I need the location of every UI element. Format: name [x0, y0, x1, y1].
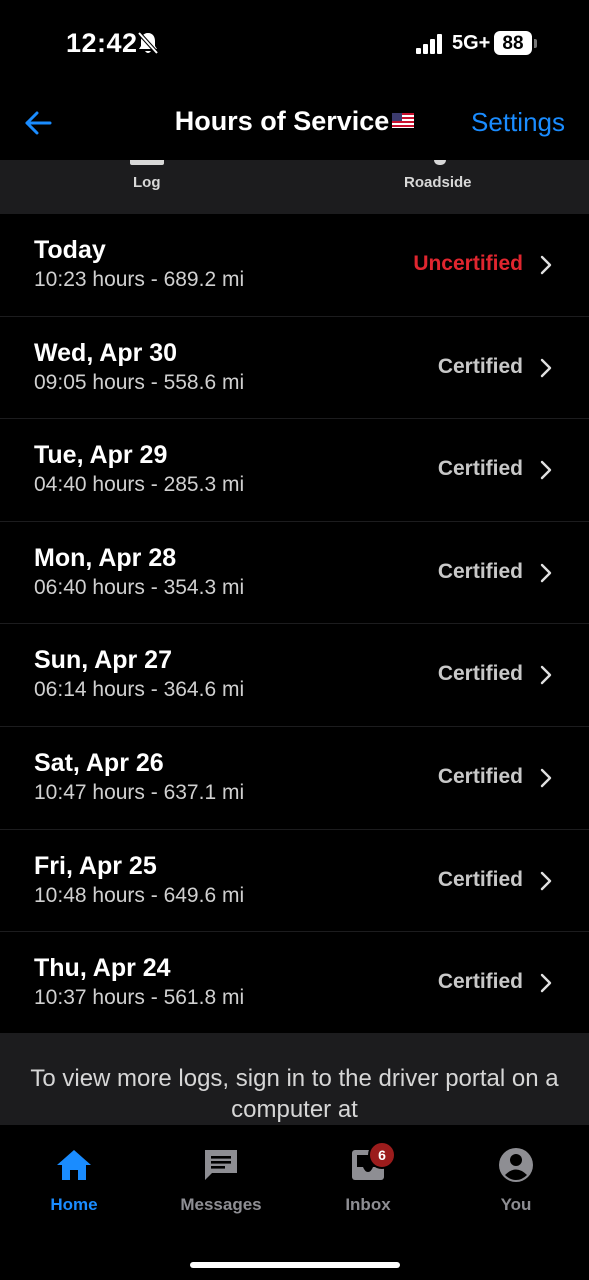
- network-type: 5G+: [452, 32, 491, 54]
- battery-level: 88: [502, 33, 524, 54]
- log-row[interactable]: Sat, Apr 26 10:47 hours - 637.1 mi Certi…: [0, 726, 589, 830]
- home-indicator: [190, 1262, 400, 1268]
- log-row-today[interactable]: Today 10:23 hours - 689.2 mi Uncertified: [0, 214, 589, 317]
- log-summary: 10:23 hours - 689.2 mi: [34, 268, 245, 291]
- chevron-right-icon: [540, 460, 552, 480]
- tab-log[interactable]: Log: [133, 174, 161, 191]
- bottom-tab-you[interactable]: You: [456, 1147, 576, 1215]
- log-status: Certified: [437, 354, 523, 378]
- bottom-tab-label: Inbox: [345, 1195, 391, 1214]
- bottom-tab-bar: Home Messages 6 Inbox You: [0, 1125, 589, 1280]
- log-date: Today: [34, 236, 106, 264]
- nav-bar: Hours of Service Settings: [0, 90, 589, 160]
- bottom-tab-messages[interactable]: Messages: [161, 1147, 281, 1215]
- bell-off-icon: [137, 31, 159, 55]
- bottom-tab-inbox[interactable]: 6 Inbox: [308, 1141, 428, 1215]
- log-summary: 10:47 hours - 637.1 mi: [34, 780, 245, 804]
- more-logs-text: To view more logs, sign in to the driver…: [30, 1065, 559, 1123]
- log-summary: 10:37 hours - 561.8 mi: [34, 986, 245, 1010]
- chevron-right-icon: [540, 666, 552, 685]
- signal-icon: [416, 34, 442, 54]
- bottom-tab-label: Home: [50, 1195, 98, 1214]
- bottom-tab-label: You: [500, 1195, 532, 1214]
- log-summary: 09:05 hours - 558.6 mi: [34, 370, 245, 394]
- hos-screen: 12:42 5G+ 88 Hours of Service Settings L…: [0, 0, 589, 1280]
- log-summary: 10:48 hours - 649.6 mi: [34, 883, 245, 907]
- us-flag-icon: [392, 113, 415, 129]
- log-date: Fri, Apr 25: [34, 851, 157, 880]
- person-icon: [499, 1148, 533, 1182]
- chevron-right-icon: [540, 563, 552, 582]
- chevron-right-icon: [540, 871, 552, 890]
- log-date: Mon, Apr 28: [34, 543, 177, 572]
- log-status: Certified: [437, 970, 523, 994]
- chevron-right-icon: [540, 768, 552, 788]
- roadside-tab-icon: [434, 160, 446, 165]
- battery-icon: 88: [494, 31, 538, 57]
- chevron-right-icon: [540, 255, 552, 275]
- log-date: Tue, Apr 29: [34, 441, 168, 470]
- log-status: Certified: [437, 662, 523, 686]
- inbox-badge: 6: [368, 1141, 396, 1169]
- log-date: Sun, Apr 27: [34, 646, 172, 675]
- tab-roadside[interactable]: Roadside: [404, 174, 472, 191]
- more-logs-note: To view more logs, sign in to the driver…: [0, 1033, 589, 1125]
- log-row[interactable]: Thu, Apr 24 10:37 hours - 561.8 mi Certi…: [0, 932, 589, 1035]
- log-row[interactable]: Fri, Apr 25 10:48 hours - 649.6 mi Certi…: [0, 829, 589, 933]
- log-row[interactable]: Wed, Apr 30 09:05 hours - 558.6 mi Certi…: [0, 316, 589, 420]
- log-date: Sat, Apr 26: [34, 748, 164, 777]
- log-list: Today 10:23 hours - 689.2 mi Uncertified…: [0, 214, 589, 1035]
- settings-button[interactable]: Settings: [471, 107, 565, 138]
- tab-strip: Log Roadside: [0, 160, 589, 214]
- chevron-right-icon: [540, 973, 552, 993]
- log-summary: 06:40 hours - 354.3 mi: [34, 575, 245, 599]
- log-summary: 06:14 hours - 364.6 mi: [34, 678, 245, 702]
- status-time: 12:42: [66, 28, 138, 58]
- status-bar: 12:42 5G+ 88: [0, 0, 589, 90]
- log-status: Uncertified: [413, 252, 523, 275]
- message-icon: [205, 1150, 237, 1180]
- bottom-tab-home[interactable]: Home: [14, 1147, 134, 1215]
- log-date: Thu, Apr 24: [34, 954, 171, 983]
- log-status: Certified: [437, 764, 523, 788]
- log-row[interactable]: Tue, Apr 29 04:40 hours - 285.3 mi Certi…: [0, 419, 589, 522]
- log-tab-icon: [130, 160, 164, 165]
- home-icon: [57, 1150, 91, 1180]
- page-title-text: Hours of Service: [174, 106, 390, 136]
- log-status: Certified: [437, 559, 523, 583]
- log-row[interactable]: Sun, Apr 27 06:14 hours - 364.6 mi Certi…: [0, 624, 589, 727]
- log-date: Wed, Apr 30: [34, 338, 178, 367]
- log-status: Certified: [437, 457, 523, 481]
- chevron-right-icon: [540, 358, 552, 377]
- log-status: Certified: [437, 867, 523, 891]
- log-summary: 04:40 hours - 285.3 mi: [34, 473, 245, 497]
- bottom-tab-label: Messages: [180, 1195, 262, 1214]
- log-row[interactable]: Mon, Apr 28 06:40 hours - 354.3 mi Certi…: [0, 521, 589, 625]
